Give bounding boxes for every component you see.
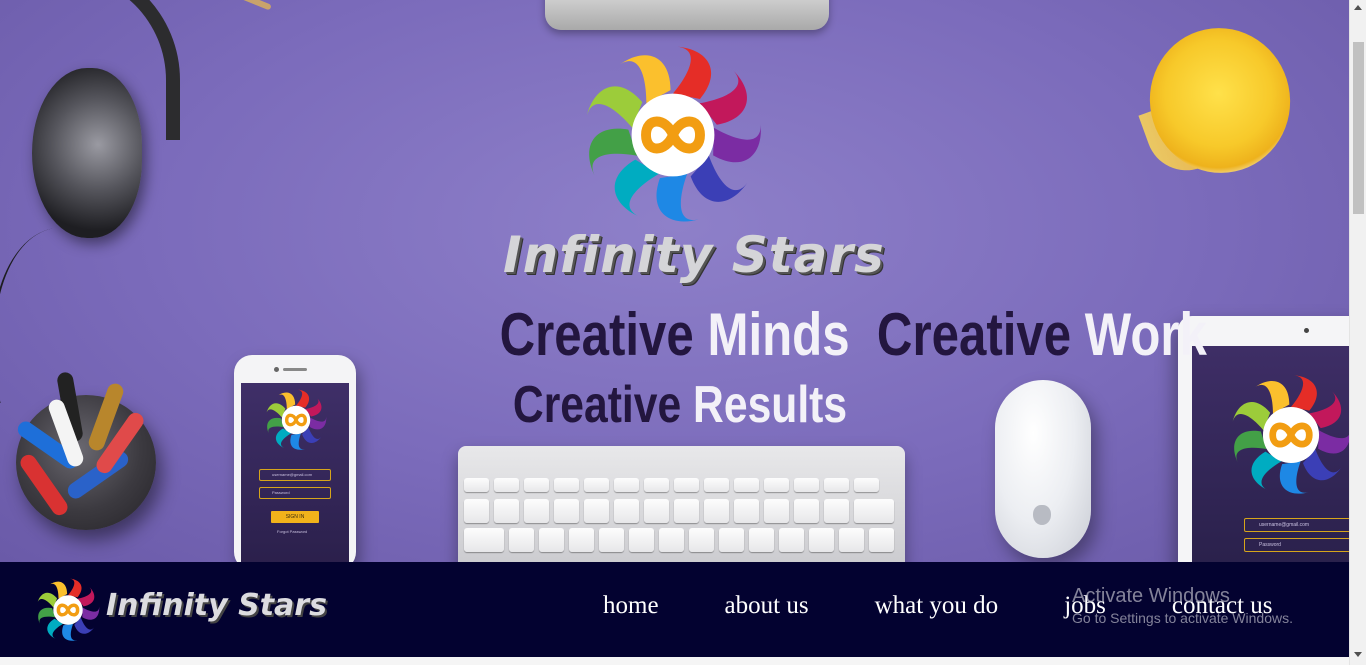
monitor-stand-image [545, 0, 829, 30]
keyboard-row [464, 528, 894, 552]
nav-link-contact-us[interactable]: contact us [1172, 592, 1273, 620]
phone-forgot-password-link: Forgot Password [277, 529, 308, 534]
pencil-image [236, 0, 272, 11]
nav-links: home about us what you do jobs contact u… [570, 592, 1306, 620]
headphones-image [32, 68, 142, 238]
navbar-brand-name[interactable]: Infinity Stars [106, 588, 327, 623]
phone-mockup: username@gmail.com Password SIGN IN Forg… [234, 355, 356, 562]
hero-slogan-line1: Creative Minds Creative Work [499, 300, 1207, 370]
scrollbar-thumb[interactable] [1353, 42, 1364, 214]
tablet-password-field: Password [1244, 538, 1349, 552]
hero-banner: username@gmail.com Password SIGN IN Forg… [0, 0, 1349, 562]
slogan-word: Creative [512, 376, 682, 434]
tablet-screen: username@gmail.com Password [1192, 346, 1349, 562]
infinity-swirl-logo-icon [265, 389, 327, 451]
phone-password-field: Password [259, 487, 331, 499]
scroll-up-arrow-icon[interactable] [1354, 5, 1362, 10]
infinity-swirl-logo-icon [583, 45, 763, 225]
nav-link-jobs[interactable]: jobs [1064, 592, 1106, 620]
nav-link-about-us[interactable]: about us [725, 592, 809, 620]
infinity-swirl-logo-icon[interactable] [36, 578, 100, 642]
infinity-swirl-logo-icon [1230, 374, 1349, 496]
phone-speaker [283, 368, 307, 371]
keyboard-row [464, 499, 894, 523]
hero-brand-name: Infinity Stars [503, 226, 885, 284]
slogan-word: Minds [707, 301, 850, 368]
phone-signin-button: SIGN IN [271, 511, 319, 523]
main-navbar: Infinity Stars home about us what you do… [0, 562, 1349, 657]
nav-link-what-you-do[interactable]: what you do [875, 592, 999, 620]
tablet-camera [1304, 328, 1309, 333]
page-bottom-strip [0, 657, 1349, 665]
keyboard-image [458, 446, 905, 562]
scroll-down-arrow-icon[interactable] [1354, 652, 1362, 657]
vertical-scrollbar[interactable] [1349, 0, 1366, 665]
phone-screen: username@gmail.com Password SIGN IN Forg… [241, 383, 349, 562]
slogan-word: Results [693, 376, 848, 434]
slogan-word: Creative [499, 301, 694, 368]
phone-camera [274, 367, 279, 372]
hero-slogan-line2: Creative Results [500, 372, 861, 438]
slogan-word: Work [1084, 301, 1207, 368]
tablet-email-field: username@gmail.com [1244, 518, 1349, 532]
mouse-image [995, 380, 1091, 558]
slogan-word: Creative [876, 301, 1072, 368]
apple-logo-icon [1033, 505, 1051, 525]
phone-email-field: username@gmail.com [259, 469, 331, 481]
nav-link-home[interactable]: home [603, 592, 659, 620]
